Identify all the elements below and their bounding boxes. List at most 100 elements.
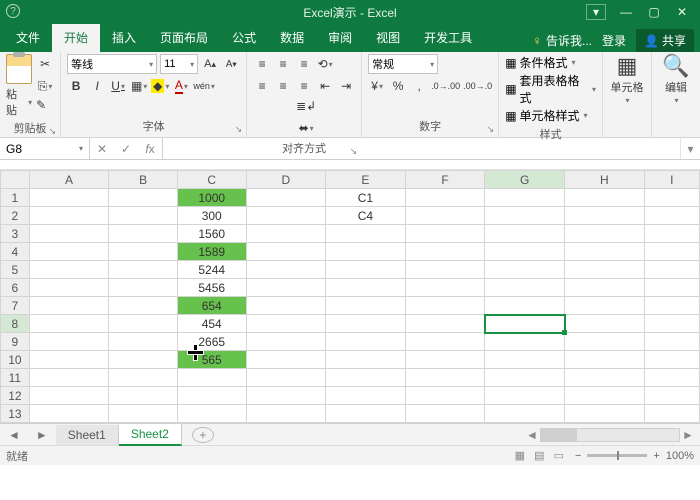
row-header[interactable]: 2	[1, 207, 30, 225]
share-button[interactable]: 👤 共享	[636, 29, 694, 52]
help-icon[interactable]: ?	[6, 4, 20, 18]
cell[interactable]	[326, 387, 406, 405]
cell[interactable]	[405, 207, 485, 225]
row-header[interactable]: 5	[1, 261, 30, 279]
cell[interactable]	[405, 333, 485, 351]
phonetic-button[interactable]: wén▾	[193, 76, 215, 96]
cell[interactable]	[29, 387, 109, 405]
editing-menu-button[interactable]: 🔍 编辑 ▾	[658, 54, 694, 105]
tab-file[interactable]: 文件	[4, 24, 52, 52]
cell[interactable]	[29, 243, 109, 261]
cell[interactable]	[644, 351, 699, 369]
cell[interactable]	[565, 297, 645, 315]
copy-button[interactable]: ⎘▾	[36, 76, 54, 96]
cell[interactable]	[485, 297, 565, 315]
wrap-text-button[interactable]: ≣↲	[257, 96, 355, 116]
font-size-combo[interactable]: 11▾	[160, 54, 198, 74]
cell-styles-button[interactable]: ▦ 单元格样式▾	[505, 107, 596, 124]
cell[interactable]	[109, 333, 178, 351]
cell[interactable]	[109, 261, 178, 279]
cell[interactable]	[485, 261, 565, 279]
cancel-entry-button[interactable]: ✕	[90, 142, 114, 156]
row-header[interactable]: 12	[1, 387, 30, 405]
cell[interactable]	[29, 261, 109, 279]
col-header-F[interactable]: F	[405, 171, 485, 189]
row-header[interactable]: 9	[1, 333, 30, 351]
font-color-button[interactable]: A▾	[172, 76, 190, 96]
cell[interactable]	[109, 405, 178, 423]
tab-insert[interactable]: 插入	[100, 24, 148, 52]
align-center-button[interactable]: ≡	[274, 76, 292, 96]
cell[interactable]	[326, 279, 406, 297]
tab-page-layout[interactable]: 页面布局	[148, 24, 220, 52]
insert-function-button[interactable]: fx	[138, 142, 162, 156]
cell[interactable]	[109, 225, 178, 243]
paste-button[interactable]: 粘贴	[6, 86, 26, 118]
col-header-D[interactable]: D	[246, 171, 326, 189]
cell[interactable]	[246, 279, 326, 297]
cell[interactable]: 454	[177, 315, 246, 333]
cell[interactable]	[246, 225, 326, 243]
cell[interactable]	[29, 297, 109, 315]
cell[interactable]	[565, 261, 645, 279]
cell[interactable]	[177, 387, 246, 405]
cell[interactable]	[565, 207, 645, 225]
cell[interactable]: 1589	[177, 243, 246, 261]
close-button[interactable]: ✕	[668, 0, 696, 24]
cell[interactable]	[485, 351, 565, 369]
border-button[interactable]: ▦▾	[130, 76, 148, 96]
chevron-down-icon[interactable]: ▾	[79, 144, 83, 153]
cell[interactable]	[644, 369, 699, 387]
cell[interactable]	[644, 387, 699, 405]
align-top-button[interactable]: ≡	[253, 54, 271, 74]
zoom-level[interactable]: 100%	[666, 450, 694, 462]
row-header[interactable]: 10	[1, 351, 30, 369]
new-sheet-button[interactable]: +	[192, 427, 214, 443]
paste-icon[interactable]	[6, 54, 32, 84]
cell[interactable]	[326, 333, 406, 351]
cell[interactable]	[29, 225, 109, 243]
cell[interactable]	[485, 207, 565, 225]
page-layout-view-button[interactable]: ▤	[534, 450, 544, 462]
orientation-button[interactable]: ⟲▾	[316, 54, 334, 74]
align-bottom-button[interactable]: ≡	[295, 54, 313, 74]
cell[interactable]	[405, 351, 485, 369]
format-painter-button[interactable]: ✎	[36, 98, 54, 118]
cell[interactable]	[405, 189, 485, 207]
row-header[interactable]: 6	[1, 279, 30, 297]
cell[interactable]	[485, 225, 565, 243]
cell[interactable]	[565, 369, 645, 387]
sheet-tab[interactable]: Sheet2	[119, 424, 182, 446]
cell[interactable]	[109, 297, 178, 315]
cell[interactable]	[177, 369, 246, 387]
cell[interactable]	[109, 387, 178, 405]
cell[interactable]	[485, 333, 565, 351]
cell[interactable]	[485, 387, 565, 405]
expand-icon[interactable]: ↘	[49, 126, 57, 137]
row-header[interactable]: 13	[1, 405, 30, 423]
comma-button[interactable]: ,	[410, 76, 428, 96]
cell[interactable]: 5456	[177, 279, 246, 297]
minimize-button[interactable]: —	[612, 0, 640, 24]
horizontal-scrollbar[interactable]	[540, 428, 680, 442]
col-header-G[interactable]: G	[485, 171, 565, 189]
col-header-E[interactable]: E	[326, 171, 406, 189]
cell[interactable]	[326, 225, 406, 243]
col-header-B[interactable]: B	[109, 171, 178, 189]
cell[interactable]	[405, 315, 485, 333]
cell[interactable]: 300	[177, 207, 246, 225]
enter-entry-button[interactable]: ✓	[114, 142, 138, 156]
cell[interactable]	[109, 243, 178, 261]
chevron-down-icon[interactable]: ▾	[28, 98, 32, 107]
expand-icon[interactable]: ↘	[235, 124, 243, 135]
expand-icon[interactable]: ↘	[487, 124, 495, 135]
tab-developer[interactable]: 开发工具	[412, 24, 484, 52]
cell[interactable]	[326, 261, 406, 279]
cell[interactable]	[246, 243, 326, 261]
increase-indent-button[interactable]: ⇥	[337, 76, 355, 96]
cell[interactable]	[644, 225, 699, 243]
cell[interactable]: 1560	[177, 225, 246, 243]
cell[interactable]	[29, 405, 109, 423]
cell[interactable]	[565, 225, 645, 243]
cell[interactable]	[246, 297, 326, 315]
